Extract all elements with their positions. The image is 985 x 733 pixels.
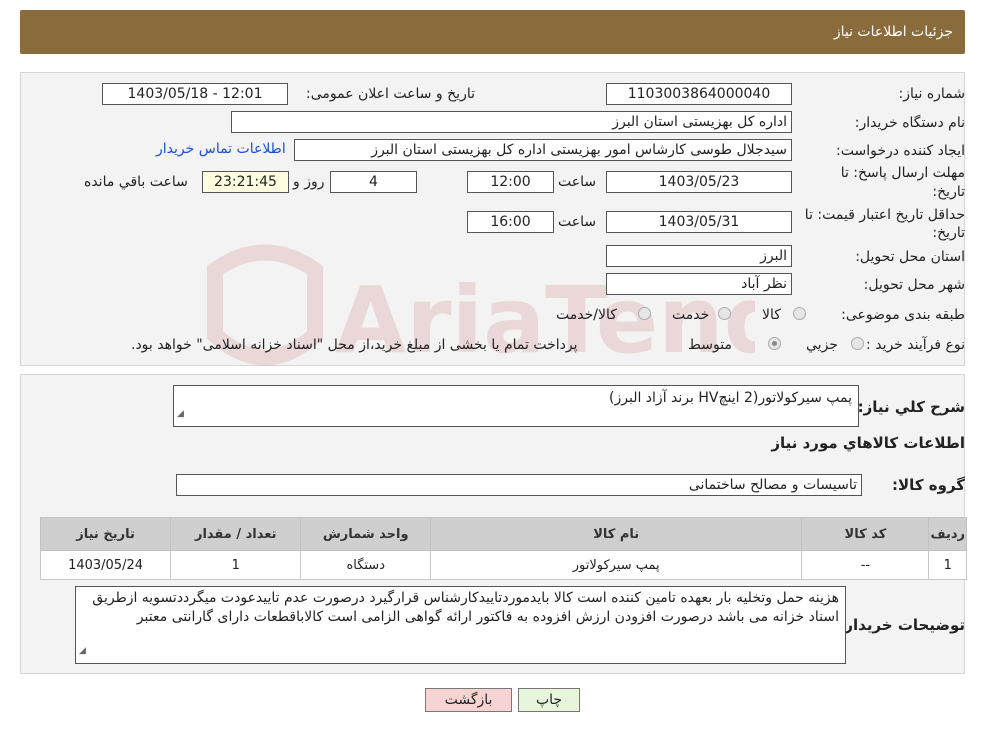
buyer-field: اداره کل بهزیستی استان البرز <box>231 111 792 133</box>
remaining-time-field: 23:21:45 <box>202 171 289 193</box>
city-label: شهر محل تحویل: <box>863 277 965 293</box>
buyer-notes-text: هزینه حمل وتخلیه بار بعهده تامین کننده ا… <box>92 590 839 625</box>
category-label: طبقه بندی موضوعی: <box>841 307 965 323</box>
remaining-label: ساعت باقي مانده <box>84 174 188 190</box>
validity-label: حداقل تاریخ اعتبار قیمت: تا <box>804 207 965 223</box>
summary-text: پمپ سیرکولاتور(2 اینچHV برند آزاد البرز) <box>609 390 852 406</box>
goods-section-title: اطلاعات کالاهاي مورد نیاز <box>771 434 965 452</box>
cell-row-number: 1 <box>928 550 967 580</box>
cell-unit: دستگاه <box>300 550 432 580</box>
process-option-medium: متوسط <box>688 337 732 353</box>
page-header: جزئیات اطلاعات نیاز <box>20 10 965 54</box>
deadline-time-field: 12:00 <box>467 171 554 193</box>
table-row: 1 -- پمپ سیرکولاتور دستگاه 1 1403/05/24 <box>39 550 967 580</box>
resize-grip-icon[interactable]: ◢ <box>79 642 86 661</box>
back-button[interactable]: بازگشت <box>425 688 512 712</box>
requester-label: ایجاد کننده درخواست: <box>836 143 965 159</box>
cell-quantity: 1 <box>170 550 302 580</box>
category-radio-service[interactable] <box>718 307 731 320</box>
province-label: استان محل تحویل: <box>855 249 965 265</box>
category-option-goods: کالا <box>762 307 781 323</box>
col-row-number: ردیف <box>928 517 967 551</box>
process-label: نوع فرآیند خرید : <box>866 337 965 353</box>
cell-item-name: پمپ سیرکولاتور <box>430 550 803 580</box>
requester-field: سیدجلال طوسی کارشاس امور بهزیستی اداره ک… <box>294 139 792 161</box>
col-unit: واحد شمارش <box>300 517 432 551</box>
deadline-time-label: ساعت <box>558 174 597 190</box>
province-field: البرز <box>606 245 792 267</box>
validity-time-field: 16:00 <box>467 211 554 233</box>
process-note: پرداخت تمام یا بخشی از مبلغ خرید،از محل … <box>131 337 578 353</box>
category-radio-goods[interactable] <box>793 307 806 320</box>
summary-field[interactable]: پمپ سیرکولاتور(2 اینچHV برند آزاد البرز)… <box>173 385 859 427</box>
need-number-label: شماره نیاز: <box>898 86 966 102</box>
city-field: نظر آباد <box>606 273 792 295</box>
col-item-code: کد کالا <box>801 517 930 551</box>
category-option-goods-service: کالا/خدمت <box>556 307 617 323</box>
announce-field: 1403/05/18 - 12:01 <box>102 83 288 105</box>
category-option-service: خدمت <box>672 307 710 323</box>
goods-group-label: گروه کالا: <box>892 476 965 494</box>
category-radio-goods-service[interactable] <box>638 307 651 320</box>
process-radio-minor[interactable] <box>851 337 864 350</box>
need-number-field: 1103003864000040 <box>606 83 792 105</box>
goods-group-field: تاسیسات و مصالح ساختمانی <box>176 474 862 496</box>
table-header-row: ردیف کد کالا نام کالا واحد شمارش تعداد /… <box>39 517 967 551</box>
buyer-notes-label: توضیحات خریدار: <box>838 616 965 634</box>
contact-buyer-link[interactable]: اطلاعات تماس خریدار <box>156 141 286 157</box>
deadline-date-field: 1403/05/23 <box>606 171 792 193</box>
cell-need-date: 1403/05/24 <box>39 550 172 580</box>
buyer-label: نام دستگاه خریدار: <box>854 115 965 131</box>
validity-date-field: 1403/05/31 <box>606 211 792 233</box>
col-need-date: تاریخ نیاز <box>39 517 172 551</box>
deadline-date-label: تاریخ: <box>932 184 965 200</box>
validity-time-label: ساعت <box>558 214 597 230</box>
process-option-minor: جزیي <box>806 337 838 353</box>
cell-item-code: -- <box>801 550 930 580</box>
page-title: جزئیات اطلاعات نیاز <box>833 24 953 40</box>
announce-label: تاریخ و ساعت اعلان عمومی: <box>306 86 475 102</box>
days-label: روز و <box>293 174 325 190</box>
deadline-label: مهلت ارسال پاسخ: تا <box>840 165 965 181</box>
col-quantity: تعداد / مقدار <box>170 517 302 551</box>
days-remaining-field: 4 <box>330 171 417 193</box>
col-item-name: نام کالا <box>430 517 803 551</box>
resize-grip-icon[interactable]: ◢ <box>177 404 184 424</box>
goods-table: ردیف کد کالا نام کالا واحد شمارش تعداد /… <box>39 517 967 580</box>
validity-date-label: تاریخ: <box>932 225 965 241</box>
print-button[interactable]: چاپ <box>518 688 580 712</box>
process-radio-medium[interactable] <box>768 337 781 350</box>
buyer-notes-field[interactable]: هزینه حمل وتخلیه بار بعهده تامین کننده ا… <box>75 586 846 664</box>
summary-label: شرح کلي نیاز: <box>857 398 965 416</box>
